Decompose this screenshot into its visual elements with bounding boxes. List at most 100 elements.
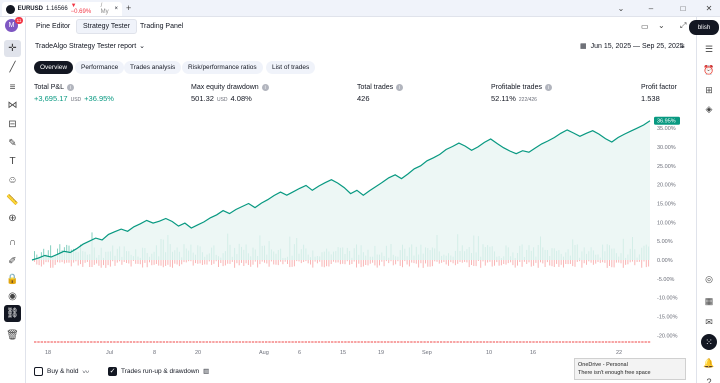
publish-button[interactable]: blish: [689, 20, 719, 35]
tab-change: ▼ −0.69%: [70, 3, 92, 15]
drawdown-bar: [183, 260, 185, 263]
drawdown-bar: [178, 260, 180, 267]
drawdown-bar: [270, 260, 272, 262]
drawdown-bar: [167, 260, 169, 265]
panel-expand-icon[interactable]: ⤢: [680, 21, 686, 31]
date-range-picker[interactable]: ▦ Jun 15, 2025 — Sep 25, 2025: [580, 42, 684, 51]
runup-toggle[interactable]: ✓ Trades run-up & drawdown ▥: [108, 365, 209, 377]
browser-tab[interactable]: EURUSD 1.16566 ▼ −0.69% / My ×: [2, 2, 122, 16]
close-window-icon[interactable]: ✕: [698, 0, 720, 17]
runup-checkbox[interactable]: ✓: [108, 366, 117, 376]
drawdown-bar: [431, 260, 433, 267]
report-menu-icon[interactable]: ≡: [680, 42, 685, 51]
brush-icon[interactable]: ✎: [4, 135, 21, 152]
magnet-icon[interactable]: ∩: [4, 234, 21, 251]
drawdown-bar: [305, 260, 307, 262]
data-window-icon[interactable]: ⊞: [701, 82, 717, 98]
apps-grid-icon[interactable]: ⁙: [701, 334, 717, 350]
subtab-overview[interactable]: Overview: [34, 61, 74, 74]
equity-chart[interactable]: 35.00% 30.00% 25.00% 20.00% 15.00% 10.00% 5.00…: [30, 110, 694, 360]
info-icon[interactable]: i: [544, 84, 552, 91]
zoom-in-icon[interactable]: ⊕: [4, 210, 21, 227]
drawdown-bar: [103, 260, 104, 266]
right-toolbar: blish ☰ ⏰ ⊞ ◈ ◎ ▦ ✉ ⁙ 🔔 ?: [689, 17, 720, 383]
hotlists-icon[interactable]: ◎: [701, 271, 717, 287]
tab-strategy-tester[interactable]: Strategy Tester: [76, 19, 137, 34]
x-tick-label: 10: [486, 350, 492, 356]
info-icon[interactable]: i: [396, 84, 404, 91]
dd-strip-mark: [373, 341, 377, 343]
info-icon[interactable]: i: [66, 84, 74, 91]
panel-collapse-icon[interactable]: ⌄: [658, 21, 665, 30]
drawdown-bar: [107, 260, 109, 266]
minimize-icon[interactable]: –: [640, 0, 662, 17]
info-icon[interactable]: i: [261, 84, 269, 91]
drawdown-bar: [135, 260, 137, 264]
drawdown-bar: [77, 260, 79, 266]
lock-icon[interactable]: 🔒: [4, 271, 21, 288]
last-value-label: 36.95%: [657, 119, 676, 125]
dd-strip-mark: [350, 341, 354, 343]
maximize-icon[interactable]: □: [672, 0, 694, 17]
buy-hold-toggle[interactable]: Buy & hold 〰: [34, 365, 89, 377]
drawdown-bar: [535, 260, 537, 263]
dd-strip-mark: [641, 341, 644, 343]
drawdown-bar: [128, 260, 130, 264]
dd-strip-mark: [235, 341, 238, 343]
watchlist-icon[interactable]: ☰: [701, 41, 717, 57]
drawdown-bar: [425, 260, 426, 264]
y-tick-label: -10.00%: [657, 296, 678, 302]
calendar-icon[interactable]: ▦: [701, 293, 717, 309]
trend-line-icon[interactable]: ╱: [4, 59, 21, 76]
ideas-icon[interactable]: ✉: [701, 314, 717, 330]
ruler-icon[interactable]: 📏: [4, 192, 21, 209]
prediction-icon[interactable]: ⊟: [4, 116, 21, 133]
dd-strip-mark: [364, 341, 367, 343]
help-icon[interactable]: ?: [701, 374, 717, 383]
dd-strip-mark: [601, 341, 604, 343]
dd-strip-mark: [578, 341, 581, 343]
emoji-icon[interactable]: ☺: [4, 172, 21, 189]
subtab-trades-analysis[interactable]: Trades analysis: [124, 61, 182, 74]
eye-icon[interactable]: ◉: [4, 288, 21, 305]
subtab-risk-ratios[interactable]: Risk/performance ratios: [182, 61, 263, 74]
dd-strip-mark: [321, 341, 324, 343]
report-title-dropdown[interactable]: TradeAlgo Strategy Tester report ⌄: [35, 42, 145, 51]
dd-strip-mark: [307, 341, 311, 343]
link-icon[interactable]: ⛓: [4, 305, 21, 322]
tab-search-icon[interactable]: ⌄: [610, 0, 632, 17]
onedrive-notification[interactable]: OneDrive - Personal There isn't enough f…: [574, 358, 686, 380]
drawdown-bar: [91, 260, 93, 267]
new-tab-button[interactable]: +: [126, 3, 131, 13]
x-tick-label: 16: [530, 350, 536, 356]
pattern-icon[interactable]: ⋈: [4, 97, 21, 114]
drawdown-bar: [254, 260, 256, 262]
crosshair-icon[interactable]: ✛: [4, 40, 21, 57]
lock-drawing-icon[interactable]: ✐: [4, 253, 21, 270]
dd-strip-mark: [57, 341, 60, 343]
drawdown-bar: [498, 260, 500, 266]
text-icon[interactable]: T: [4, 153, 21, 170]
layers-icon[interactable]: ◈: [701, 101, 717, 117]
dd-strip-mark: [423, 341, 426, 343]
dd-strip-mark: [136, 341, 139, 343]
drawdown-bar: [454, 260, 456, 266]
drawdown-bar: [510, 260, 512, 263]
notifications-icon[interactable]: 🔔: [701, 355, 717, 371]
tab-close-icon[interactable]: ×: [115, 6, 119, 12]
panel-maximize-icon[interactable]: ▭: [641, 22, 649, 31]
dd-strip-mark: [232, 341, 235, 343]
dd-strip-mark: [192, 341, 195, 343]
buy-hold-checkbox[interactable]: [34, 366, 43, 376]
drawdown-bar: [533, 260, 535, 266]
subtab-list-of-trades[interactable]: List of trades: [266, 61, 316, 74]
drawdown-bar: [429, 260, 431, 267]
trash-icon[interactable]: 🗑: [4, 327, 21, 344]
dd-strip-mark: [476, 341, 479, 343]
subtab-performance[interactable]: Performance: [75, 61, 125, 74]
tab-pine-editor[interactable]: Pine Editor: [30, 19, 76, 34]
fib-icon[interactable]: ≡: [4, 79, 21, 96]
alerts-icon[interactable]: ⏰: [701, 62, 717, 78]
drawdown-bar: [93, 260, 95, 265]
tab-trading-panel[interactable]: Trading Panel: [134, 19, 189, 34]
